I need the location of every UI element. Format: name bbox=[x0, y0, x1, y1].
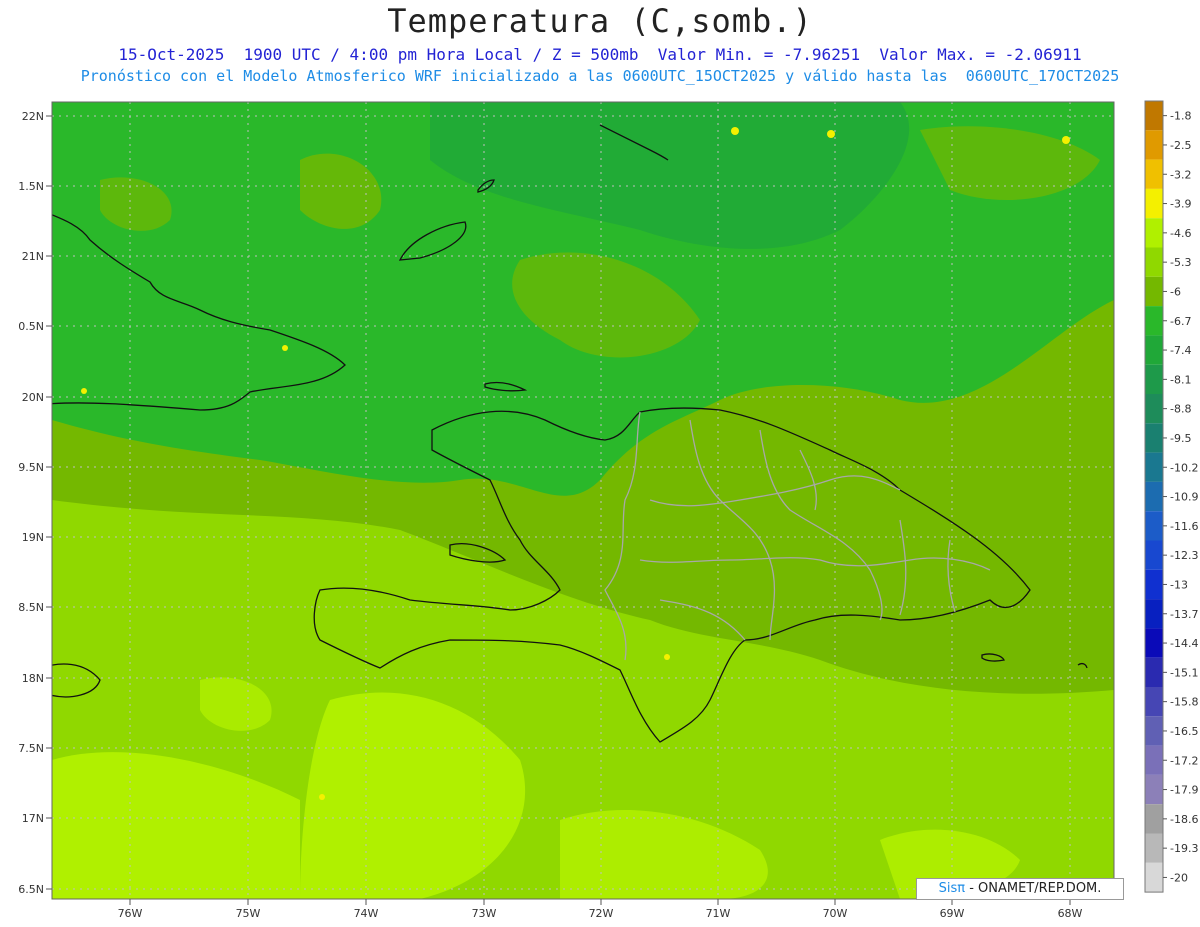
colorbar-label: -14.4 bbox=[1170, 637, 1198, 650]
credit-logo-text: Sisπ bbox=[938, 881, 966, 896]
warm-spot bbox=[282, 345, 288, 351]
lon-label: 74W bbox=[354, 907, 379, 920]
colorbar-swatch bbox=[1145, 423, 1163, 453]
colorbar-swatch bbox=[1145, 774, 1163, 805]
lat-label: 19N bbox=[22, 531, 44, 544]
colorbar-swatch bbox=[1145, 716, 1163, 746]
colorbar-label: -12.3 bbox=[1170, 549, 1198, 562]
colorbar-label: -6.7 bbox=[1170, 315, 1191, 328]
colorbar-swatch bbox=[1145, 599, 1163, 629]
colorbar-label: -2.5 bbox=[1170, 139, 1191, 152]
lon-label: 75W bbox=[236, 907, 261, 920]
colorbar-label: -8.8 bbox=[1170, 403, 1191, 416]
lon-label: 76W bbox=[118, 907, 143, 920]
colorbar-swatch bbox=[1145, 218, 1163, 248]
lat-label: 17N bbox=[22, 812, 44, 825]
colorbar-label: -11.6 bbox=[1170, 520, 1198, 533]
colorbar-label: -5.3 bbox=[1170, 256, 1191, 269]
colorbar-swatch bbox=[1145, 306, 1163, 336]
colorbar-swatch bbox=[1145, 276, 1163, 307]
colorbar-swatch bbox=[1145, 833, 1163, 863]
temperature-field bbox=[52, 102, 1114, 899]
warm-spot bbox=[731, 127, 739, 135]
colorbar-label: -7.4 bbox=[1170, 344, 1191, 357]
colorbar-label: -18.6 bbox=[1170, 813, 1198, 826]
credit-text: - ONAMET/REP.DOM. bbox=[969, 881, 1102, 896]
colorbar-label: -8.1 bbox=[1170, 373, 1191, 386]
colorbar-label: -17.2 bbox=[1170, 754, 1198, 767]
lat-label: 1.5N bbox=[18, 180, 44, 193]
latitude-labels: 22N 1.5N 21N 0.5N 20N 9.5N 19N 8.5N 18N … bbox=[18, 110, 44, 896]
lat-label: 22N bbox=[22, 110, 44, 123]
colorbar-label: -20 bbox=[1170, 871, 1188, 884]
warm-spot bbox=[1062, 136, 1070, 144]
colorbar-swatch bbox=[1145, 159, 1163, 189]
colorbar-swatch bbox=[1145, 452, 1163, 482]
lat-label: 21N bbox=[22, 250, 44, 263]
colorbar-label: -15.8 bbox=[1170, 696, 1198, 709]
colorbar-swatch bbox=[1145, 511, 1163, 541]
colorbar-swatch bbox=[1145, 247, 1163, 277]
lon-label: 71W bbox=[706, 907, 731, 920]
colorbar-swatch bbox=[1145, 862, 1163, 893]
warm-spot bbox=[827, 130, 835, 138]
colorbar-swatch bbox=[1145, 130, 1163, 160]
colorbar-swatch bbox=[1145, 364, 1163, 394]
forecast-map: 22N 1.5N 21N 0.5N 20N 9.5N 19N 8.5N 18N … bbox=[18, 100, 1198, 920]
colorbar-label: -17.9 bbox=[1170, 784, 1198, 797]
colorbar-swatch bbox=[1145, 569, 1163, 600]
colorbar-label: -15.1 bbox=[1170, 666, 1198, 679]
lat-label: 8.5N bbox=[18, 601, 44, 614]
colorbar-label: -3.9 bbox=[1170, 198, 1191, 211]
longitude-labels: 76W 75W 74W 73W 72W 71W 70W 69W 68W bbox=[118, 907, 1083, 920]
colorbar-label: -9.5 bbox=[1170, 432, 1191, 445]
colorbar-label: -6 bbox=[1170, 285, 1181, 298]
colorbar-swatch bbox=[1145, 188, 1163, 219]
lat-label: 6.5N bbox=[18, 883, 44, 896]
colorbar-swatch bbox=[1145, 101, 1163, 131]
colorbar-swatch bbox=[1145, 628, 1163, 658]
lon-label: 73W bbox=[472, 907, 497, 920]
colorbar-label: -10.2 bbox=[1170, 461, 1198, 474]
colorbar-label: -13 bbox=[1170, 578, 1188, 591]
colorbar-swatch bbox=[1145, 657, 1163, 687]
lat-label: 18N bbox=[22, 672, 44, 685]
colorbar-swatch bbox=[1145, 745, 1163, 775]
colorbar-swatch bbox=[1145, 481, 1163, 512]
colorbar-swatch bbox=[1145, 687, 1163, 717]
lat-label: 9.5N bbox=[18, 461, 44, 474]
colorbar-swatch bbox=[1145, 335, 1163, 365]
lat-label: 20N bbox=[22, 391, 44, 404]
colorbar: -1.8 -2.5 -3.2 -3.9 -4.6 -5.3 -6 -6.7 -7.4 -8.1 -8… bbox=[1144, 100, 1198, 893]
lat-label: 0.5N bbox=[18, 320, 44, 333]
lon-label: 69W bbox=[940, 907, 965, 920]
warm-spot bbox=[81, 388, 87, 394]
colorbar-label: -1.8 bbox=[1170, 110, 1191, 123]
warm-spot bbox=[664, 654, 670, 660]
colorbar-label: -3.2 bbox=[1170, 168, 1191, 181]
lon-label: 72W bbox=[589, 907, 614, 920]
colorbar-label: -4.6 bbox=[1170, 227, 1191, 240]
warm-spot bbox=[319, 794, 325, 800]
lat-ticks bbox=[46, 115, 52, 890]
lon-label: 70W bbox=[823, 907, 848, 920]
colorbar-label: -10.9 bbox=[1170, 491, 1198, 504]
colorbar-swatch bbox=[1145, 540, 1163, 570]
credit-box: Sisπ - ONAMET/REP.DOM. bbox=[916, 878, 1124, 900]
colorbar-label: -19.3 bbox=[1170, 842, 1198, 855]
lat-label: 7.5N bbox=[18, 742, 44, 755]
colorbar-label: -13.7 bbox=[1170, 608, 1198, 621]
colorbar-label: -16.5 bbox=[1170, 725, 1198, 738]
colorbar-swatch bbox=[1145, 394, 1163, 424]
colorbar-swatch bbox=[1145, 804, 1163, 834]
lon-label: 68W bbox=[1058, 907, 1083, 920]
